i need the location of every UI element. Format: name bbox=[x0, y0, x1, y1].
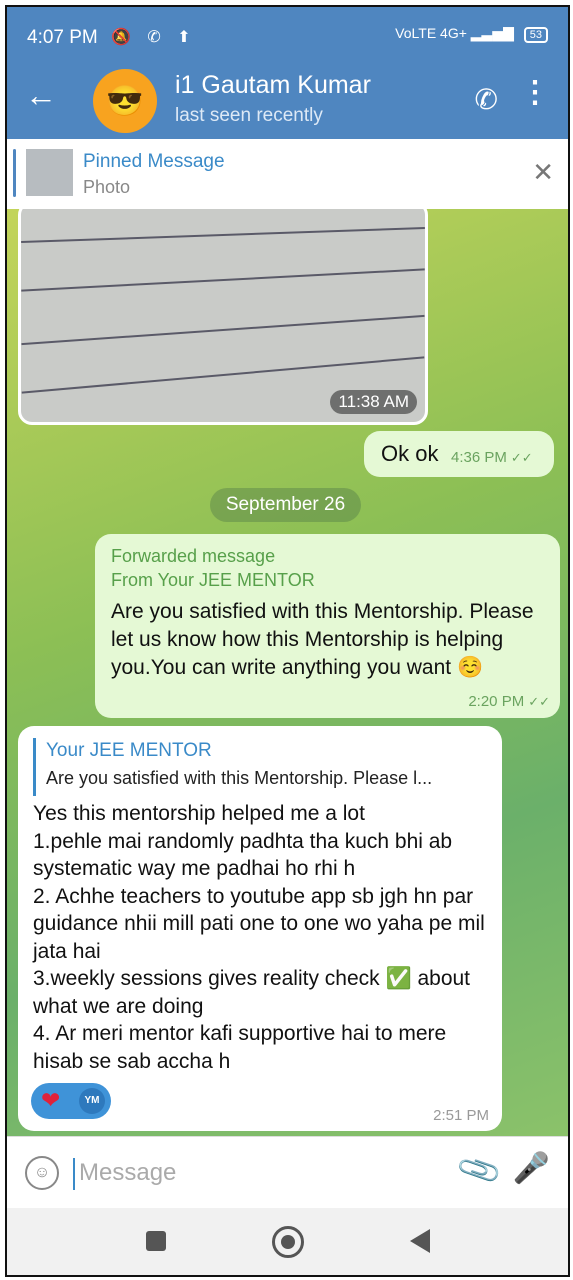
notebook-line bbox=[21, 226, 425, 244]
status-time: 4:07 PM bbox=[27, 27, 98, 48]
close-icon[interactable]: ✕ bbox=[532, 157, 554, 188]
home-button[interactable] bbox=[272, 1226, 304, 1258]
message-text: Yes this mentorship helped me a lot 1.pe… bbox=[33, 802, 485, 1073]
back-button[interactable] bbox=[410, 1229, 430, 1253]
avatar[interactable]: 😎 bbox=[93, 69, 157, 133]
chat-header: ← 😎 i1 Gautam Kumar last seen recently ✆… bbox=[7, 63, 568, 139]
more-menu-icon[interactable]: ⋮ bbox=[520, 75, 550, 110]
network-icon: VoLTE 4G+ ▂▃▅▇ bbox=[395, 25, 514, 41]
contact-name[interactable]: i1 Gautam Kumar bbox=[175, 71, 371, 100]
quote-author: Your JEE MENTOR bbox=[46, 740, 212, 761]
forwarded-message[interactable]: Forwarded message From Your JEE MENTOR A… bbox=[95, 534, 560, 718]
message-text: Ok ok bbox=[381, 441, 439, 466]
message-time: 4:36 PM bbox=[451, 449, 507, 466]
pinned-indicator bbox=[13, 149, 16, 197]
system-nav-bar bbox=[7, 1208, 568, 1275]
battery-icon: 53 bbox=[523, 27, 548, 43]
last-seen-status: last seen recently bbox=[175, 105, 323, 126]
reply-quote[interactable]: Your JEE MENTOR Are you satisfied with t… bbox=[33, 738, 491, 796]
read-check-icon: ✓✓ bbox=[528, 694, 550, 709]
forwarded-label: Forwarded message bbox=[111, 546, 276, 566]
quote-text: Are you satisfied with this Mentorship. … bbox=[46, 768, 433, 788]
message-meta: 2:20 PM ✓✓ bbox=[468, 693, 550, 710]
message-meta: 4:36 PM ✓✓ bbox=[451, 449, 533, 466]
reactor-avatar: YM bbox=[79, 1088, 105, 1114]
system-status: VoLTE 4G+ ▂▃▅▇ 53 bbox=[395, 25, 548, 43]
phone-frame: 4:07 PM 🔕 ✆ ⬆ VoLTE 4G+ ▂▃▅▇ 53 ← 😎 i1 G… bbox=[5, 5, 570, 1277]
pinned-subtitle: Photo bbox=[83, 177, 131, 197]
emoji-icon[interactable]: ☺ bbox=[25, 1156, 59, 1190]
notebook-line bbox=[21, 314, 425, 346]
read-check-icon: ✓✓ bbox=[510, 450, 533, 465]
forwarded-from[interactable]: From Your JEE MENTOR bbox=[111, 570, 315, 591]
message-input[interactable]: Message bbox=[79, 1159, 176, 1187]
back-arrow-icon[interactable]: ← bbox=[25, 77, 57, 114]
heart-icon: ❤ bbox=[41, 1087, 61, 1113]
pinned-message-bar[interactable]: Pinned Message Photo ✕ bbox=[7, 139, 568, 210]
pinned-photo-thumbnail bbox=[26, 149, 73, 196]
microphone-icon[interactable]: 🎤 bbox=[513, 1151, 550, 1186]
pinned-title: Pinned Message bbox=[83, 151, 225, 172]
message-time: 2:51 PM bbox=[433, 1107, 489, 1124]
notebook-line bbox=[21, 356, 425, 394]
incoming-reply-message[interactable]: Your JEE MENTOR Are you satisfied with t… bbox=[18, 726, 502, 1131]
notebook-line bbox=[21, 268, 425, 292]
reaction-badge[interactable]: ❤ YM bbox=[31, 1083, 111, 1119]
photo-message[interactable]: 11:38 AM bbox=[18, 209, 428, 425]
text-caret bbox=[73, 1158, 75, 1190]
photo-timestamp: 11:38 AM bbox=[330, 390, 417, 414]
message-time: 2:20 PM bbox=[468, 693, 525, 710]
attach-icon[interactable]: 📎 bbox=[454, 1146, 504, 1195]
recents-button[interactable] bbox=[146, 1231, 166, 1251]
avatar-emoji: 😎 bbox=[106, 84, 144, 118]
notification-icons: 🔕 ✆ ⬆ bbox=[111, 29, 197, 46]
outgoing-message[interactable]: Ok ok 4:36 PM ✓✓ bbox=[364, 431, 554, 477]
chat-area[interactable]: 11:38 AM Ok ok 4:36 PM ✓✓ September 26 Fo… bbox=[7, 209, 568, 1136]
message-text: Are you satisfied with this Mentorship. … bbox=[111, 600, 534, 679]
status-bar: 4:07 PM 🔕 ✆ ⬆ VoLTE 4G+ ▂▃▅▇ 53 bbox=[7, 7, 568, 63]
date-separator: September 26 bbox=[210, 488, 361, 522]
phone-call-icon[interactable]: ✆ bbox=[475, 83, 498, 116]
message-composer: ☺ Message 📎 🎤 bbox=[7, 1136, 568, 1209]
